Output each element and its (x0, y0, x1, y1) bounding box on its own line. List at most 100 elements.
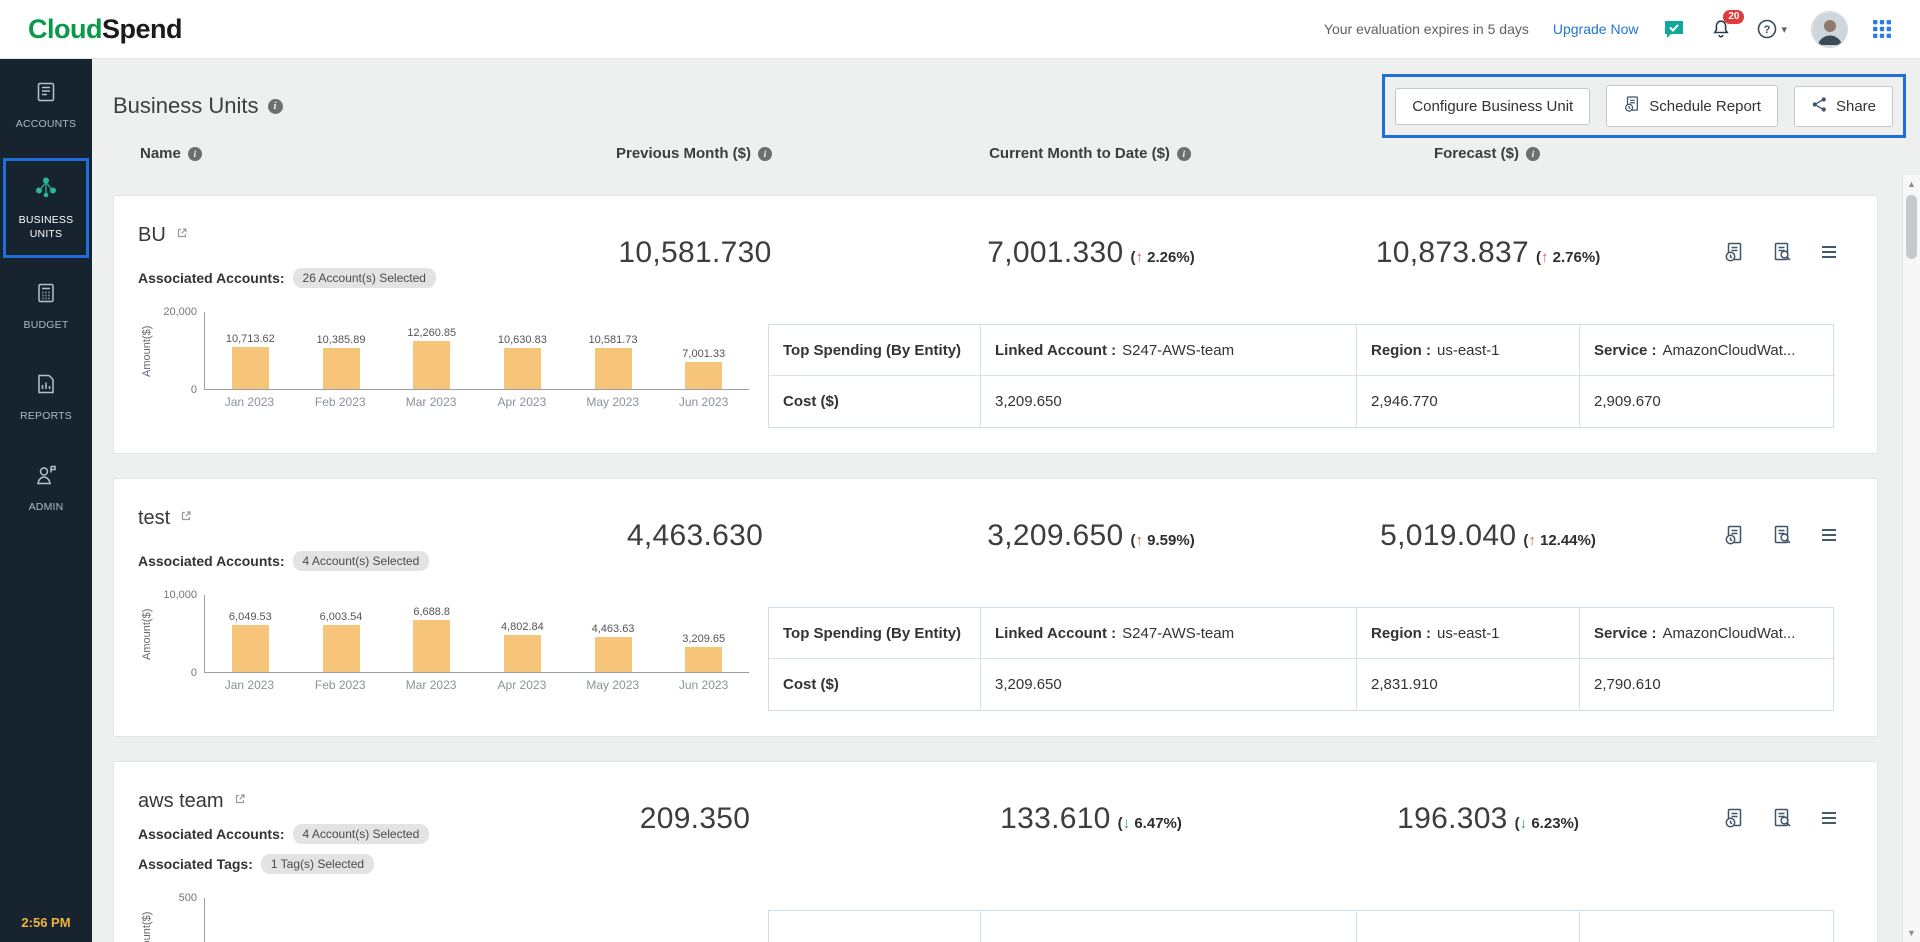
bar-value-label: 4,463.63 (592, 623, 635, 635)
card-menu-icon[interactable] (1819, 525, 1839, 545)
feedback-chat-icon[interactable] (1662, 17, 1686, 41)
upgrade-now-link[interactable]: Upgrade Now (1553, 21, 1639, 37)
previous-month-value: 10,581.730 (618, 236, 771, 270)
current-month-value-group: 3,209.650 (↑ 9.59%) (987, 519, 1194, 553)
bar-value-label: 12,260.85 (407, 327, 456, 339)
table-header-service (1580, 911, 1835, 942)
bar-slot: 6,688.8 (386, 606, 477, 672)
sidebar-item-admin[interactable]: ADMIN (3, 450, 89, 527)
business-unit-name[interactable]: aws team (138, 790, 224, 813)
scheduled-report-icon[interactable] (1723, 241, 1745, 263)
forecast-value-group: 10,873.837 (↑ 2.76%) (1376, 236, 1600, 270)
table-cost-region: 2,831.910 (1357, 659, 1580, 710)
forecast-value: 5,019.040 (1380, 519, 1516, 553)
bar-slot: 6,003.54 (296, 611, 387, 672)
view-report-search-icon[interactable] (1771, 807, 1793, 829)
schedule-report-label: Schedule Report (1649, 98, 1761, 115)
scrollbar-thumb[interactable] (1906, 195, 1917, 259)
open-business-unit-icon[interactable] (233, 792, 247, 811)
vertical-scrollbar[interactable]: ▲ ▼ (1902, 175, 1920, 942)
bar-slot: 10,581.73 (568, 334, 659, 389)
page-title-info-icon[interactable] (268, 99, 283, 114)
card-menu-icon[interactable] (1819, 808, 1839, 828)
bar[interactable] (323, 348, 360, 389)
view-report-search-icon[interactable] (1771, 524, 1793, 546)
current-time[interactable]: 2:56 PM (0, 915, 92, 930)
accounts-selected-badge[interactable]: 26 Account(s) Selected (293, 268, 436, 288)
bar-month-label: Mar 2023 (386, 395, 477, 409)
sidebar-item-label: ADMIN (29, 500, 64, 514)
chart-month-labels: Jan 2023Feb 2023Mar 2023Apr 2023May 2023… (204, 395, 749, 409)
table-header-linked-account: Linked Account :S247-AWS-team (981, 608, 1357, 659)
bar[interactable] (685, 362, 722, 389)
sidebar-item-label: ACCOUNTS (16, 117, 77, 131)
table-header-region: Region :us-east-1 (1357, 608, 1580, 659)
scroll-up-arrow-icon[interactable]: ▲ (1903, 179, 1920, 189)
page-title: Business Units (113, 93, 259, 119)
forecast-value: 10,873.837 (1376, 236, 1529, 270)
cloudspend-logo[interactable]: CloudSpend (28, 14, 182, 45)
forecast-change-pct: 6.23% (1531, 815, 1574, 832)
help-menu[interactable]: ? (1756, 18, 1787, 40)
tags-selected-badge[interactable]: 1 Tag(s) Selected (261, 854, 374, 874)
table-cost-label: Cost ($) (769, 659, 981, 710)
sidebar-item-business-units[interactable]: BUSINESS UNITS (3, 158, 89, 257)
actions-annotation-box: Configure Business Unit Schedule Report … (1382, 74, 1906, 138)
current-month-value-group: 7,001.330 (↑ 2.26%) (987, 236, 1194, 270)
table-header-linked-account: Linked Account :S247-AWS-team (981, 325, 1357, 376)
table-cost-service: 2,909.670 (1580, 376, 1835, 427)
bar-month-label: Feb 2023 (295, 395, 386, 409)
accounts-selected-badge[interactable]: 4 Account(s) Selected (293, 824, 430, 844)
accounts-selected-badge[interactable]: 4 Account(s) Selected (293, 551, 430, 571)
bar-value-label: 4,802.84 (501, 621, 544, 633)
sidebar-item-accounts[interactable]: ACCOUNTS (3, 67, 89, 144)
sidebar-item-budget[interactable]: BUDGET (3, 268, 89, 345)
bar-month-label: May 2023 (567, 395, 658, 409)
bar[interactable] (595, 348, 632, 389)
bar[interactable] (323, 625, 360, 672)
open-business-unit-icon[interactable] (175, 226, 189, 245)
bar[interactable] (504, 635, 541, 672)
chart-y-axis-label: Amount($) (138, 898, 156, 942)
bar[interactable] (413, 341, 450, 389)
user-avatar[interactable] (1811, 11, 1848, 48)
previous-month-info-icon[interactable] (758, 147, 772, 161)
scroll-down-arrow-icon[interactable]: ▼ (1903, 928, 1920, 938)
current-month-info-icon[interactable] (1177, 147, 1191, 161)
configure-business-unit-label: Configure Business Unit (1412, 98, 1573, 115)
configure-business-unit-button[interactable]: Configure Business Unit (1395, 88, 1590, 125)
card-menu-icon[interactable] (1819, 242, 1839, 262)
open-business-unit-icon[interactable] (179, 509, 193, 528)
bar-slot: 4,802.84 (477, 621, 568, 672)
schedule-report-button[interactable]: Schedule Report (1606, 85, 1778, 127)
bar[interactable] (504, 348, 541, 389)
bar[interactable] (413, 620, 450, 672)
view-report-search-icon[interactable] (1771, 241, 1793, 263)
associated-accounts-label: Associated Accounts: (138, 553, 285, 569)
scheduled-report-icon[interactable] (1723, 807, 1745, 829)
business-unit-card-bu: BU Associated Accounts: 26 Account(s) Se… (113, 195, 1878, 454)
admin-icon (34, 463, 58, 492)
table-header-linked-account (981, 911, 1357, 942)
share-button[interactable]: Share (1794, 86, 1893, 127)
apps-grid-icon[interactable] (1872, 19, 1892, 39)
business-unit-name[interactable]: test (138, 507, 170, 530)
bar[interactable] (685, 647, 722, 672)
bar[interactable] (232, 625, 269, 672)
forecast-info-icon[interactable] (1526, 147, 1540, 161)
scheduled-report-icon[interactable] (1723, 524, 1745, 546)
bar[interactable] (595, 637, 632, 672)
current-month-change: (↓ 6.47%) (1118, 815, 1182, 832)
notifications-bell-icon[interactable]: 20 (1710, 18, 1732, 40)
business-unit-name[interactable]: BU (138, 224, 166, 247)
sidebar-item-reports[interactable]: REPORTS (3, 359, 89, 436)
svg-text:?: ? (1764, 24, 1771, 36)
previous-month-value: 4,463.630 (627, 519, 763, 553)
forecast-value-group: 196.303 (↓ 6.23%) (1397, 802, 1579, 836)
bar[interactable] (232, 347, 269, 389)
chart-y0-tick: 0 (191, 667, 197, 679)
help-icon: ? (1756, 18, 1778, 40)
business-unit-card-test: test Associated Accounts: 4 Account(s) S… (113, 478, 1878, 737)
name-info-icon[interactable] (188, 147, 202, 161)
current-month-change-pct: 2.26% (1147, 249, 1190, 266)
